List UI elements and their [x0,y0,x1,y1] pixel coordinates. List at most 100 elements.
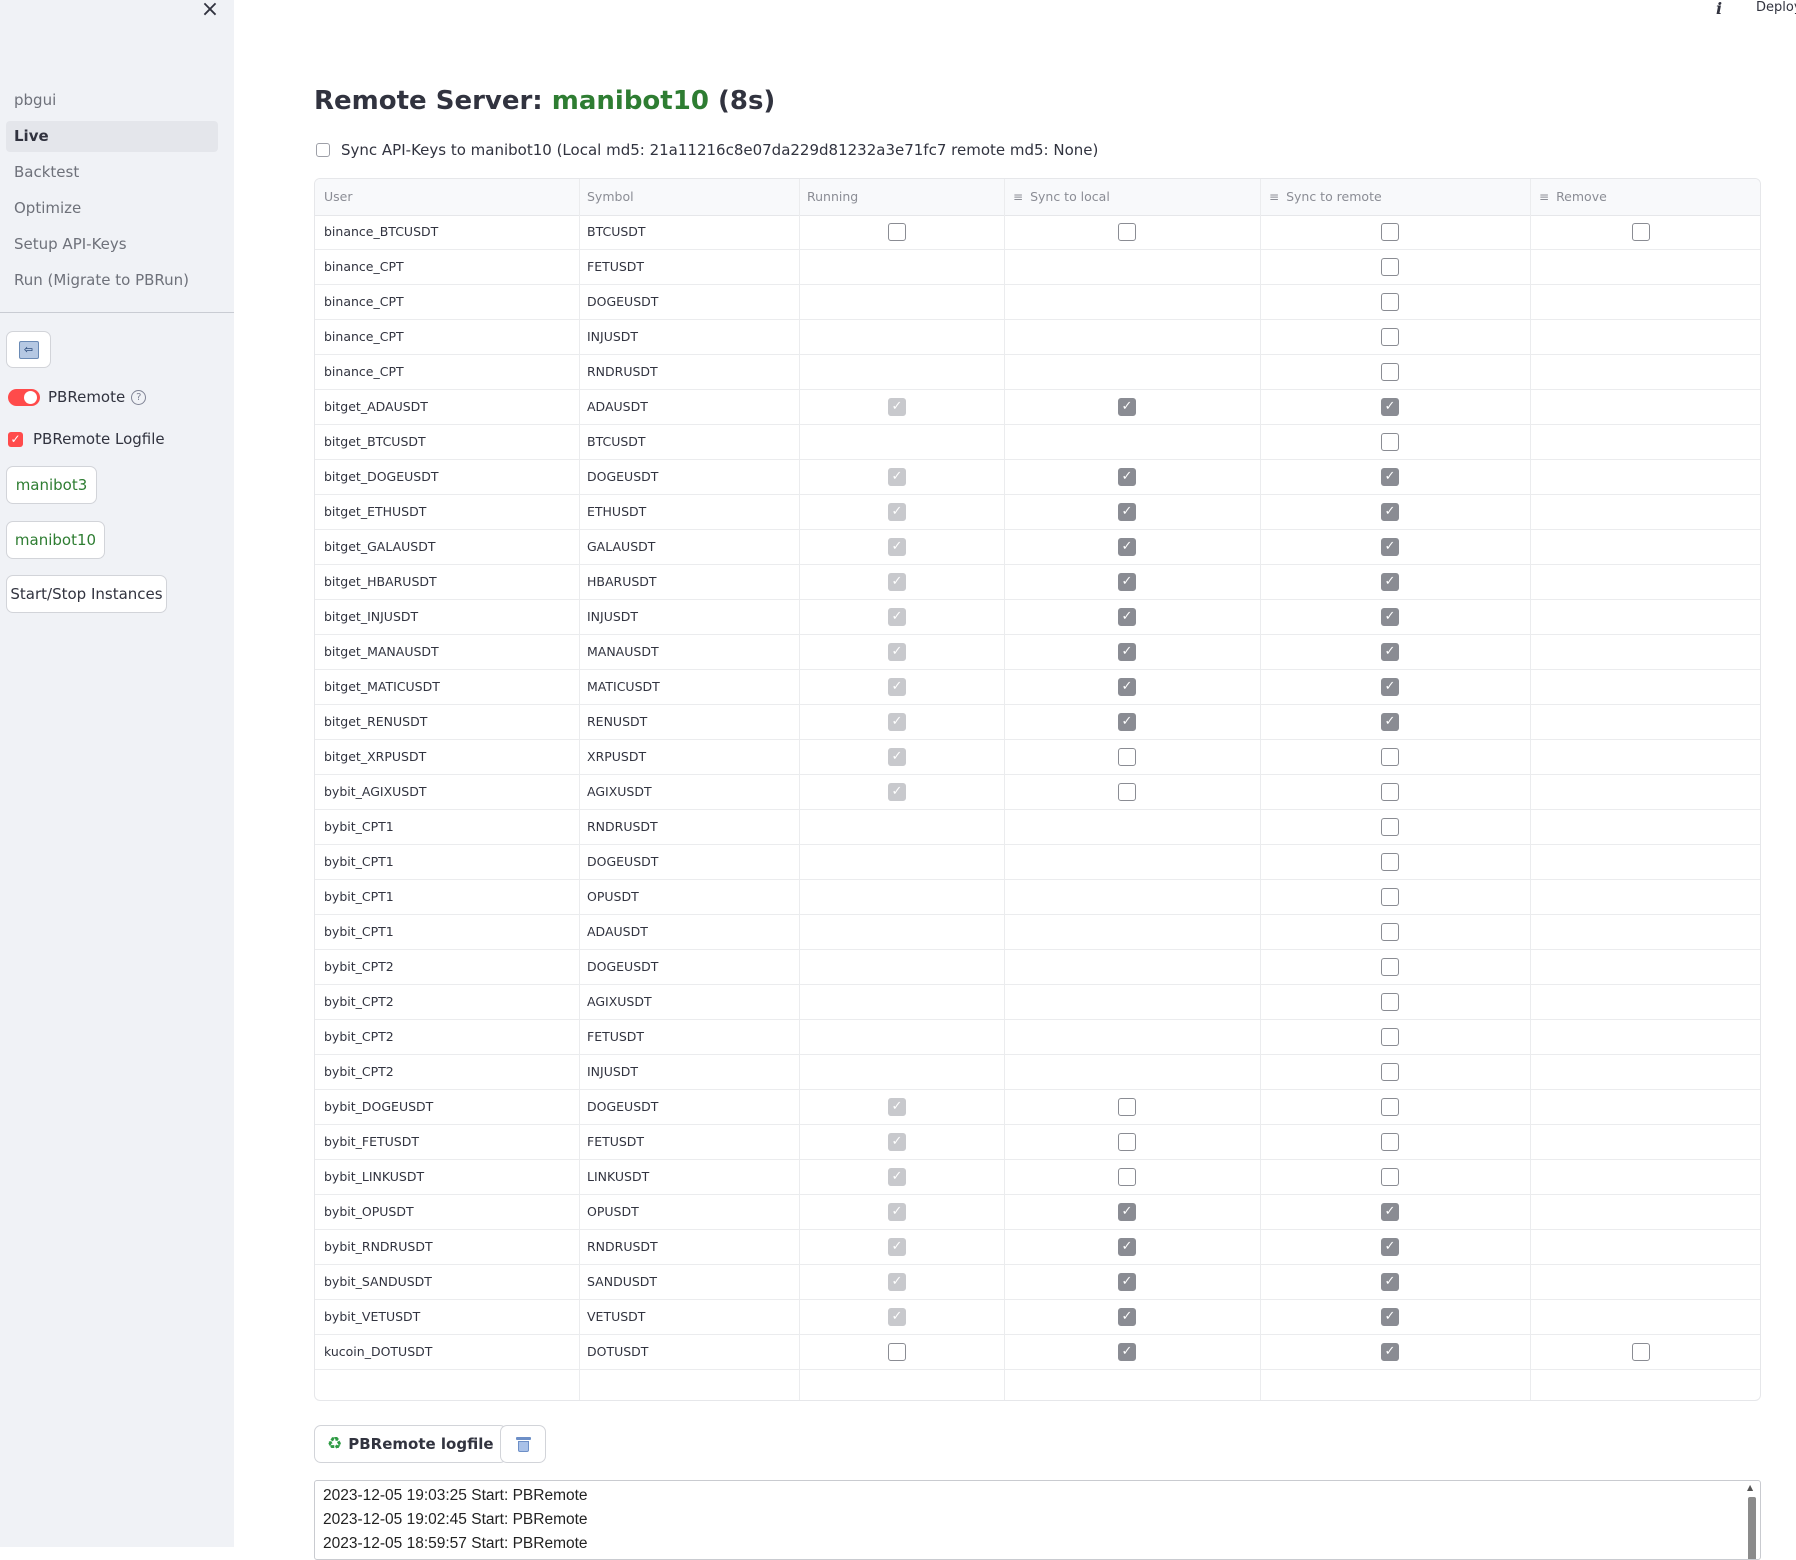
cell-symbol[interactable]: MATICUSDT [587,670,660,704]
cell-symbol[interactable]: AGIXUSDT [587,985,652,1019]
cell-user[interactable]: binance_CPT [324,320,404,354]
checkbox-remote[interactable] [1381,1133,1399,1151]
checkbox-local[interactable] [1118,1133,1136,1151]
instances-table[interactable]: User Symbol Running ≡ Sync to local ≡ Sync… [314,178,1761,1401]
cell-symbol[interactable]: ADAUSDT [587,915,648,949]
cell-symbol[interactable]: SANDUSDT [587,1265,657,1299]
pbremote-toggle[interactable] [8,388,40,406]
checkbox-remote[interactable] [1381,1098,1399,1116]
checkbox-local[interactable]: ✓ [1118,1203,1136,1221]
cell-symbol[interactable]: LINKUSDT [587,1160,649,1194]
nav-item-live[interactable]: Live [6,121,218,152]
log-scrollbar[interactable]: ▲ [1746,1483,1758,1559]
cell-symbol[interactable]: DOGEUSDT [587,1090,658,1124]
cell-symbol[interactable]: OPUSDT [587,1195,639,1229]
cell-user[interactable]: bitget_ADAUSDT [324,390,428,424]
checkbox-remote[interactable] [1381,258,1399,276]
cell-symbol[interactable]: FETUSDT [587,1125,644,1159]
checkbox-local[interactable]: ✓ [1118,643,1136,661]
cell-symbol[interactable]: INJUSDT [587,600,638,634]
info-icon[interactable]: i [1716,0,1722,18]
nav-item-run[interactable]: Run (Migrate to PBRun) [6,265,218,296]
cell-symbol[interactable]: ETHUSDT [587,495,646,529]
col-header-sync-remote[interactable]: ≡ Sync to remote [1269,179,1382,215]
checkbox-remote[interactable] [1381,993,1399,1011]
cell-symbol[interactable]: OPUSDT [587,880,639,914]
cell-user[interactable]: bitget_ETHUSDT [324,495,426,529]
close-sidebar-icon[interactable]: × [199,0,221,22]
cell-symbol[interactable]: DOTUSDT [587,1335,648,1369]
checkbox-remote[interactable]: ✓ [1381,1308,1399,1326]
cell-symbol[interactable]: MANAUSDT [587,635,659,669]
col-header-remove[interactable]: ≡ Remove [1539,179,1607,215]
checkbox-remote[interactable]: ✓ [1381,678,1399,696]
sync-api-keys-checkbox[interactable] [316,143,330,157]
checkbox-remote[interactable] [1381,433,1399,451]
cell-symbol[interactable]: AGIXUSDT [587,775,652,809]
checkbox-remote[interactable] [1381,818,1399,836]
checkbox-local[interactable] [1118,783,1136,801]
cell-symbol[interactable]: RNDRUSDT [587,355,658,389]
checkbox-remote[interactable]: ✓ [1381,538,1399,556]
cell-user[interactable]: kucoin_DOTUSDT [324,1335,432,1369]
cell-user[interactable]: bitget_RENUSDT [324,705,427,739]
scroll-thumb[interactable] [1748,1497,1756,1559]
checkbox-local[interactable] [1118,748,1136,766]
checkbox-remote[interactable]: ✓ [1381,1238,1399,1256]
cell-user[interactable]: bybit_CPT1 [324,915,394,949]
cell-user[interactable]: binance_CPT [324,250,404,284]
checkbox-local[interactable]: ✓ [1118,1273,1136,1291]
checkbox-running[interactable] [888,223,906,241]
table-empty-row[interactable] [315,1370,1760,1400]
cell-user[interactable]: bybit_CPT1 [324,845,394,879]
checkbox-local[interactable]: ✓ [1118,713,1136,731]
cell-symbol[interactable]: ADAUSDT [587,390,648,424]
cell-user[interactable]: bitget_INJUSDT [324,600,418,634]
cell-user[interactable]: bitget_DOGEUSDT [324,460,438,494]
cell-symbol[interactable]: INJUSDT [587,1055,638,1089]
checkbox-running[interactable] [888,1343,906,1361]
cell-user[interactable]: bybit_LINKUSDT [324,1160,424,1194]
cell-symbol[interactable]: XRPUSDT [587,740,646,774]
checkbox-remote[interactable] [1381,293,1399,311]
checkbox-remote[interactable] [1381,748,1399,766]
checkbox-remote[interactable]: ✓ [1381,468,1399,486]
server-button-manibot3[interactable]: manibot3 [6,466,97,504]
cell-user[interactable]: bitget_MANAUSDT [324,635,439,669]
checkbox-local[interactable] [1118,1098,1136,1116]
checkbox-remote[interactable]: ✓ [1381,573,1399,591]
nav-item-pbgui[interactable]: pbgui [6,85,218,116]
cell-symbol[interactable]: VETUSDT [587,1300,645,1334]
checkbox-local[interactable]: ✓ [1118,538,1136,556]
cell-symbol[interactable]: DOGEUSDT [587,845,658,879]
scroll-up-icon[interactable]: ▲ [1747,1483,1753,1492]
checkbox-remove[interactable] [1632,223,1650,241]
checkbox-remote[interactable] [1381,1028,1399,1046]
checkbox-remote[interactable]: ✓ [1381,503,1399,521]
cell-user[interactable]: bybit_CPT2 [324,1020,394,1054]
col-header-user[interactable]: User [324,179,353,215]
cell-user[interactable]: binance_BTCUSDT [324,215,438,249]
cell-user[interactable]: bybit_AGIXUSDT [324,775,427,809]
checkbox-local[interactable]: ✓ [1118,1308,1136,1326]
cell-symbol[interactable]: FETUSDT [587,1020,644,1054]
cell-user[interactable]: bybit_DOGEUSDT [324,1090,433,1124]
checkbox-remote[interactable]: ✓ [1381,1343,1399,1361]
cell-user[interactable]: bybit_CPT2 [324,1055,394,1089]
cell-user[interactable]: bybit_RNDRUSDT [324,1230,433,1264]
cell-symbol[interactable]: BTCUSDT [587,215,646,249]
start-stop-instances-button[interactable]: Start/Stop Instances [6,575,167,613]
help-icon[interactable]: ? [131,389,147,405]
cell-symbol[interactable]: RENUSDT [587,705,647,739]
checkbox-remote[interactable]: ✓ [1381,1203,1399,1221]
checkbox-remote[interactable]: ✓ [1381,713,1399,731]
deploy-button[interactable]: Deploy [1756,0,1796,15]
pbremote-logfile-checkbox[interactable]: ✓ [8,431,23,447]
cell-user[interactable]: bitget_HBARUSDT [324,565,437,599]
checkbox-local[interactable]: ✓ [1118,608,1136,626]
cell-user[interactable]: binance_CPT [324,355,404,389]
cell-symbol[interactable]: BTCUSDT [587,425,646,459]
nav-item-optimize[interactable]: Optimize [6,193,218,224]
log-textarea[interactable]: 2023-12-05 19:03:25 Start: PBRemote 2023… [314,1480,1761,1560]
back-button[interactable]: ⇦ [6,331,51,368]
